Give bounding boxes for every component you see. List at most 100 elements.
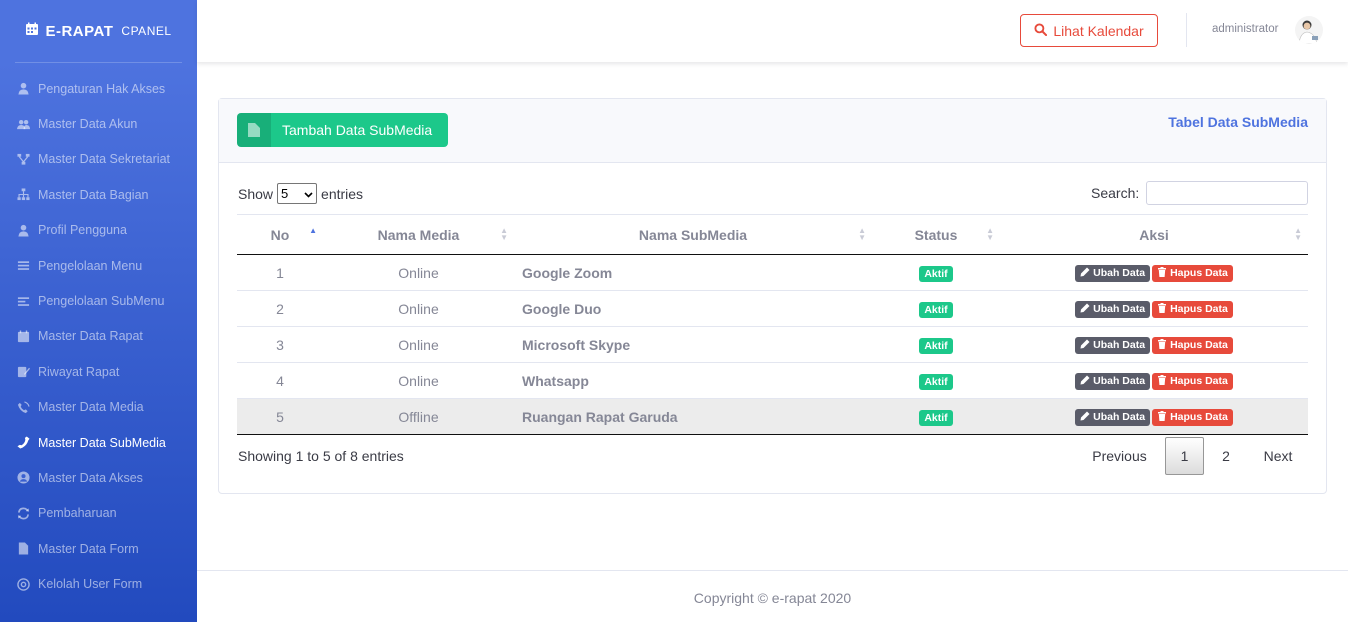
sort-icon: ▲ ▼ [1294,226,1302,242]
sidebar-item-pengaturan-hak-akses[interactable]: Pengaturan Hak Akses [0,71,197,106]
sidebar-item-master-data-bagian[interactable]: Master Data Bagian [0,177,197,212]
sidebar-item-master-data-media[interactable]: Master Data Media [0,390,197,425]
delete-button[interactable]: Hapus Data [1152,408,1233,426]
entries-select[interactable]: 5 [277,183,318,204]
cell-submedia: Ruangan Rapat Garuda [522,408,678,425]
cell-status: Aktif [872,399,1000,435]
add-submedia-label: Tambah Data SubMedia [282,122,433,138]
sidebar-item-label: Riwayat Rapat [38,364,120,379]
sidebar-nav: Pengaturan Hak Akses Master Data Akun Mast… [0,71,197,602]
sidebar-item-master-data-akses[interactable]: Master Data Akses [0,460,197,495]
sidebar-item-label: Master Data SubMedia [38,435,166,450]
column-header-label: Status [914,226,958,243]
trash-icon [1157,374,1167,388]
sidebar-item-label: Master Data Sekretariat [38,152,170,167]
table-row: 1 Online Google Zoom Aktif Ubah Data Hapus Da… [237,255,1308,291]
column-header-aksi[interactable]: Aksi ▲ ▼ [1000,215,1308,255]
edit-button[interactable]: Ubah Data [1075,264,1151,282]
edit-button[interactable]: Ubah Data [1075,300,1151,318]
card-title: Tabel Data SubMedia [1168,114,1308,130]
column-header-submedia[interactable]: Nama SubMedia ▲ ▼ [514,215,872,255]
trash-icon [1157,302,1167,316]
delete-button-label: Hapus Data [1170,339,1228,351]
cell-status: Aktif [872,291,1000,327]
avatar[interactable] [1295,16,1323,44]
column-header-media[interactable]: Nama Media ▲ ▼ [323,215,514,255]
edit-icon [16,365,30,379]
topbar: Lihat Kalendar administrator [197,0,1348,62]
entries-label: entries [321,185,364,202]
status-badge: Aktif [919,373,953,390]
sidebar-item-master-data-sekretariat[interactable]: Master Data Sekretariat [0,142,197,177]
sidebar-item-label: Pengelolaan Menu [38,258,143,273]
calendar-icon [25,22,39,40]
brand[interactable]: E-RAPAT CPANEL [0,0,197,62]
cell-actions: Ubah Data Hapus Data [1000,291,1308,327]
trash-icon [1157,410,1167,424]
edit-button-label: Ubah Data [1093,303,1146,315]
column-header-no[interactable]: No ▲ [237,215,323,255]
pencil-icon [1080,411,1090,424]
search-icon [1034,22,1048,39]
sidebar-item-kelolah-user-form[interactable]: Kelolah User Form [0,566,197,601]
sidebar-item-label: Master Data Akses [38,470,143,485]
edit-button-label: Ubah Data [1093,267,1146,279]
edit-button[interactable]: Ubah Data [1075,408,1151,426]
delete-button[interactable]: Hapus Data [1152,372,1233,390]
pagination-page-1[interactable]: 1 [1165,437,1204,475]
search-input[interactable] [1146,181,1308,205]
table-row: 2 Online Google Duo Aktif Ubah Data Hapus Dat… [237,291,1308,327]
column-header-label: Aksi [1139,226,1169,243]
view-calendar-button[interactable]: Lihat Kalendar [1020,14,1158,47]
sidebar-item-riwayat-rapat[interactable]: Riwayat Rapat [0,354,197,389]
submedia-table: No ▲ Nama Media ▲ ▼ Nama SubMedia ▲ ▼ Status ▲… [237,214,1308,435]
submedia-card: Tambah Data SubMedia Tabel Data SubMedia… [218,98,1327,494]
add-submedia-button[interactable]: Tambah Data SubMedia [237,113,448,147]
user-name[interactable]: administrator [1212,23,1278,35]
pagination-previous[interactable]: Previous [1083,437,1156,475]
align-icon [16,294,30,308]
table-info: Showing 1 to 5 of 8 entries [238,448,404,464]
sidebar-item-label: Master Data Media [38,400,144,415]
pagination-next[interactable]: Next [1249,437,1307,475]
edit-button-label: Ubah Data [1093,411,1146,423]
card-header: Tambah Data SubMedia Tabel Data SubMedia [219,99,1326,163]
table-row: 3 Online Microsoft Skype Aktif Ubah Data Hapu… [237,327,1308,363]
table-row: 5 Offline Ruangan Rapat Garuda Aktif Ubah Da… [237,398,1308,435]
footer-divider [197,570,1348,571]
sidebar-item-master-data-submedia[interactable]: Master Data SubMedia [0,425,197,460]
network-icon [16,152,30,166]
sort-icon: ▲ ▼ [986,226,994,242]
sidebar-item-pengelolaan-submenu[interactable]: Pengelolaan SubMenu [0,283,197,318]
delete-button[interactable]: Hapus Data [1152,336,1233,354]
delete-button[interactable]: Hapus Data [1152,264,1233,282]
edit-button[interactable]: Ubah Data [1075,336,1151,354]
sidebar-item-label: Master Data Bagian [38,187,149,202]
sidebar-item-pengelolaan-menu[interactable]: Pengelolaan Menu [0,248,197,283]
column-header-status[interactable]: Status ▲ ▼ [872,215,1000,255]
column-header-label: Nama SubMedia [638,226,748,243]
file-icon [16,542,30,556]
sidebar-item-profil-pengguna[interactable]: Profil Pengguna [0,213,197,248]
pencil-icon [1080,375,1090,388]
sidebar-item-master-data-form[interactable]: Master Data Form [0,531,197,566]
view-calendar-label: Lihat Kalendar [1053,22,1144,39]
user-icon [16,82,30,96]
calendar-icon [16,329,30,343]
sitemap-icon [16,188,30,202]
sidebar-item-master-data-akun[interactable]: Master Data Akun [0,106,197,141]
sidebar-item-label: Profil Pengguna [38,223,127,238]
sidebar-item-master-data-rapat[interactable]: Master Data Rapat [0,319,197,354]
topbar-divider [1186,13,1187,47]
sort-icon: ▲ ▼ [858,226,866,242]
status-badge: Aktif [919,301,953,318]
pagination-page-2[interactable]: 2 [1209,437,1243,475]
table-row: 4 Online Whatsapp Aktif Ubah Data Hapus Data [237,363,1308,399]
phone-volume-icon [16,400,30,414]
pencil-icon [1080,303,1090,316]
delete-button[interactable]: Hapus Data [1152,300,1233,318]
cell-status: Aktif [872,255,1000,291]
sidebar-item-pembaharuan[interactable]: Pembaharuan [0,496,197,531]
edit-button[interactable]: Ubah Data [1075,372,1151,390]
file-icon [237,113,271,147]
